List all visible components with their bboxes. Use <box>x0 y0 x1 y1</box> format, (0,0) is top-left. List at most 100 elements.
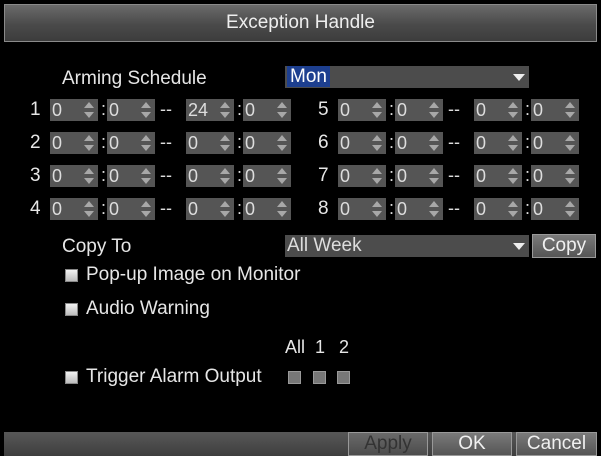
spin-arrows-icon <box>429 135 439 151</box>
slot-8-end-minute-value: 0 <box>533 199 544 219</box>
time-colon: : <box>525 99 531 119</box>
slot-5-end-minute[interactable]: 0 <box>531 99 579 121</box>
slot-7-start-minute[interactable]: 0 <box>395 165 443 187</box>
arming-schedule-day-value: Mon <box>287 66 330 87</box>
slot-5-start-minute[interactable]: 0 <box>395 99 443 121</box>
slot-6-start-minute[interactable]: 0 <box>395 132 443 154</box>
time-colon: : <box>237 198 243 218</box>
time-colon: : <box>389 165 395 185</box>
slot-8-number: 8 <box>318 198 329 219</box>
spin-arrows-icon <box>372 135 382 151</box>
slot-2-start-hour[interactable]: 0 <box>50 132 98 154</box>
cancel-button[interactable]: Cancel <box>516 432 597 456</box>
slot-7-end-hour-value: 0 <box>476 166 487 186</box>
slot-1-start-hour[interactable]: 0 <box>50 99 98 121</box>
slot-3-start-minute-value: 0 <box>109 166 120 186</box>
slot-6-end-hour[interactable]: 0 <box>474 132 522 154</box>
slot-8-start-minute[interactable]: 0 <box>395 198 443 220</box>
alarm-output-1-label: 1 <box>315 337 326 357</box>
range-dash: -- <box>160 132 172 152</box>
slot-5-end-hour-value: 0 <box>476 100 487 120</box>
dialog-title: Exception Handle <box>4 4 597 42</box>
slot-6-number: 6 <box>318 132 329 153</box>
slot-2-start-minute-value: 0 <box>109 133 120 153</box>
slot-1-end-minute[interactable]: 0 <box>243 99 291 121</box>
slot-1-start-minute[interactable]: 0 <box>107 99 155 121</box>
slot-4-start-minute-value: 0 <box>109 199 120 219</box>
slot-8-start-hour[interactable]: 0 <box>338 198 386 220</box>
slot-4-start-minute[interactable]: 0 <box>107 198 155 220</box>
slot-7-end-hour[interactable]: 0 <box>474 165 522 187</box>
spin-arrows-icon <box>84 201 94 217</box>
arming-schedule-day-select[interactable]: Mon <box>285 66 529 88</box>
slot-3-end-minute[interactable]: 0 <box>243 165 291 187</box>
slot-8-start-hour-value: 0 <box>340 199 351 219</box>
slot-1-end-hour[interactable]: 24 <box>186 99 234 121</box>
spin-arrows-icon <box>565 102 575 118</box>
time-colon: : <box>101 132 107 152</box>
copy-to-select[interactable]: All Week <box>285 235 529 257</box>
slot-2-start-minute[interactable]: 0 <box>107 132 155 154</box>
chevron-down-icon <box>511 237 527 255</box>
slot-6-start-hour[interactable]: 0 <box>338 132 386 154</box>
time-colon: : <box>237 99 243 119</box>
time-colon: : <box>101 198 107 218</box>
spin-arrows-icon <box>508 168 518 184</box>
slot-1-start-minute-value: 0 <box>109 100 120 120</box>
arming-schedule-label: Arming Schedule <box>62 68 207 89</box>
spin-arrows-icon <box>220 102 230 118</box>
time-colon: : <box>237 165 243 185</box>
copy-to-value: All Week <box>287 235 362 256</box>
time-colon: : <box>237 132 243 152</box>
slot-7-start-hour[interactable]: 0 <box>338 165 386 187</box>
spin-arrows-icon <box>220 201 230 217</box>
spin-arrows-icon <box>220 135 230 151</box>
alarm-output-all-checkbox[interactable] <box>288 371 301 384</box>
spin-arrows-icon <box>84 168 94 184</box>
spin-arrows-icon <box>429 168 439 184</box>
spin-arrows-icon <box>508 201 518 217</box>
slot-6-end-minute-value: 0 <box>533 133 544 153</box>
alarm-output-1-checkbox[interactable] <box>313 371 326 384</box>
trigger-alarm-label: Trigger Alarm Output <box>86 366 262 387</box>
slot-5-start-minute-value: 0 <box>397 100 408 120</box>
slot-6-start-hour-value: 0 <box>340 133 351 153</box>
slot-5-start-hour[interactable]: 0 <box>338 99 386 121</box>
slot-8-start-minute-value: 0 <box>397 199 408 219</box>
slot-2-end-hour[interactable]: 0 <box>186 132 234 154</box>
trigger-alarm-checkbox[interactable] <box>65 371 78 384</box>
slot-1-end-minute-value: 0 <box>245 100 256 120</box>
alarm-output-2-checkbox[interactable] <box>337 371 350 384</box>
slot-3-start-hour[interactable]: 0 <box>50 165 98 187</box>
slot-4-end-minute[interactable]: 0 <box>243 198 291 220</box>
slot-3-end-hour[interactable]: 0 <box>186 165 234 187</box>
popup-image-checkbox[interactable] <box>65 269 78 282</box>
spin-arrows-icon <box>141 135 151 151</box>
range-dash: -- <box>160 99 172 119</box>
slot-8-end-minute[interactable]: 0 <box>531 198 579 220</box>
spin-arrows-icon <box>372 168 382 184</box>
slot-7-end-minute-value: 0 <box>533 166 544 186</box>
slot-3-start-minute[interactable]: 0 <box>107 165 155 187</box>
range-dash: -- <box>160 198 172 218</box>
slot-8-end-hour[interactable]: 0 <box>474 198 522 220</box>
slot-5-end-hour[interactable]: 0 <box>474 99 522 121</box>
slot-8-end-hour-value: 0 <box>476 199 487 219</box>
slot-3-end-minute-value: 0 <box>245 166 256 186</box>
audio-warning-checkbox[interactable] <box>65 303 78 316</box>
slot-5-number: 5 <box>318 99 329 120</box>
slot-5-start-hour-value: 0 <box>340 100 351 120</box>
slot-4-start-hour[interactable]: 0 <box>50 198 98 220</box>
spin-arrows-icon <box>141 201 151 217</box>
ok-button[interactable]: OK <box>432 432 512 456</box>
apply-button[interactable]: Apply <box>348 432 428 456</box>
slot-2-end-hour-value: 0 <box>188 133 199 153</box>
alarm-output-2-label: 2 <box>339 337 350 357</box>
slot-2-end-minute[interactable]: 0 <box>243 132 291 154</box>
copy-button[interactable]: Copy <box>532 234 596 258</box>
slot-6-end-minute[interactable]: 0 <box>531 132 579 154</box>
slot-7-end-minute[interactable]: 0 <box>531 165 579 187</box>
popup-image-label: Pop-up Image on Monitor <box>86 264 301 285</box>
slot-4-end-hour[interactable]: 0 <box>186 198 234 220</box>
spin-arrows-icon <box>429 102 439 118</box>
